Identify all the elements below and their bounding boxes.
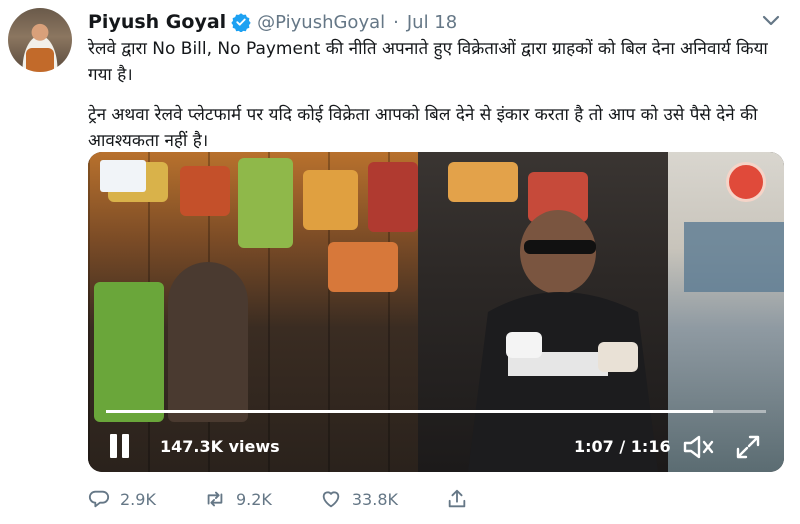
video-frame-train	[684, 222, 784, 292]
video-player[interactable]: 147.3K views 1:07 / 1:16	[88, 152, 784, 472]
like-count: 33.8K	[351, 489, 398, 509]
video-frame-person	[468, 210, 658, 472]
avatar[interactable]	[8, 8, 72, 72]
author-handle[interactable]: @PiyushGoyal	[257, 12, 385, 33]
video-frame-stall	[88, 152, 418, 472]
separator-dot: ·	[393, 11, 399, 33]
pause-icon[interactable]	[108, 434, 130, 458]
tweet-header: Piyush Goyal @PiyushGoyal · Jul 18	[88, 10, 457, 34]
video-time: 1:07 / 1:16	[574, 437, 671, 456]
share-icon	[448, 489, 466, 508]
caret-down-icon[interactable]	[760, 12, 782, 30]
retweet-button[interactable]: 9.2K	[204, 488, 272, 510]
author-name[interactable]: Piyush Goyal	[88, 11, 226, 33]
video-progress-bar[interactable]	[106, 410, 766, 413]
video-logo-left	[100, 160, 146, 192]
fullscreen-icon[interactable]	[734, 433, 762, 461]
tweet-paragraph-1: रेलवे द्वारा No Bill, No Payment की नीति…	[88, 39, 768, 85]
like-icon	[322, 491, 340, 508]
tweet-text: रेलवे द्वारा No Bill, No Payment की नीति…	[88, 36, 788, 154]
video-frame-platform	[668, 152, 784, 472]
reply-button[interactable]: 2.9K	[88, 488, 156, 510]
tweet-card: Piyush Goyal @PiyushGoyal · Jul 18 रेलवे…	[0, 0, 800, 524]
tweet-actions: 2.9K 9.2K 33.8K	[88, 486, 516, 512]
railway-logo	[726, 162, 766, 202]
video-progress-fill	[106, 410, 714, 413]
reply-count: 2.9K	[120, 489, 156, 509]
like-button[interactable]: 33.8K	[320, 488, 398, 510]
view-count: 147.3K views	[160, 437, 280, 456]
reply-icon	[89, 490, 109, 508]
volume-icon[interactable]	[682, 433, 716, 461]
tweet-date[interactable]: Jul 18	[407, 12, 457, 33]
verified-badge-icon	[231, 13, 251, 32]
share-button[interactable]	[446, 488, 468, 510]
retweet-icon	[207, 491, 223, 507]
retweet-count: 9.2K	[235, 489, 272, 509]
tweet-paragraph-2: ट्रेन अथवा रेलवे प्लेटफार्म पर यदि कोई व…	[88, 105, 758, 151]
